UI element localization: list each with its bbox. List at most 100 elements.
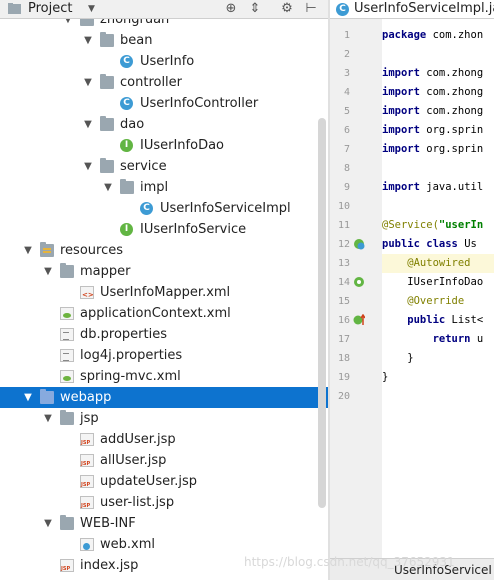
expand-arrow-icon[interactable]: ▼ xyxy=(102,177,114,198)
code-line[interactable]: } xyxy=(382,349,413,368)
tree-row[interactable]: db.properties xyxy=(0,324,328,345)
expand-arrow-icon[interactable]: ▼ xyxy=(82,72,94,93)
tree-row[interactable]: ▼ controller xyxy=(0,72,328,93)
project-tree[interactable]: ▼ zhongruan ▼ bean C UserInfo ▼ controller C User… xyxy=(0,19,328,580)
tree-row[interactable]: C UserInfoServiceImpl xyxy=(0,198,328,219)
code-line[interactable]: @Service("userIn xyxy=(382,216,483,235)
tree-row[interactable]: ▼ mapper xyxy=(0,261,328,282)
code-line[interactable]: IUserInfoDao xyxy=(382,273,483,292)
line-number: 18 xyxy=(337,353,350,364)
code-token: Us xyxy=(464,238,477,250)
expand-arrow-icon[interactable]: ▼ xyxy=(82,114,94,135)
properties-file-icon xyxy=(60,328,74,341)
line-number: 14 xyxy=(337,277,350,288)
panel-title[interactable]: Project xyxy=(28,0,72,18)
tree-scrollbar[interactable] xyxy=(318,118,326,508)
code-editor[interactable]: C UserInfoServiceImpl.java 1234567891011… xyxy=(330,0,494,580)
web-xml-icon xyxy=(80,538,94,551)
package-folder-icon xyxy=(100,74,114,89)
tree-row[interactable]: C UserInfoController xyxy=(0,93,328,114)
tree-row[interactable]: ▼ service xyxy=(0,156,328,177)
code-line[interactable]: @Override xyxy=(382,292,464,311)
expand-arrow-icon[interactable]: ▼ xyxy=(82,156,94,177)
gear-icon[interactable]: ⚙ xyxy=(278,0,296,18)
folder-icon xyxy=(60,263,74,278)
code-area[interactable]: package com.zhon import com.zhong import c… xyxy=(382,19,494,559)
tree-row[interactable]: ▼ bean xyxy=(0,30,328,51)
tree-row[interactable]: I IUserInfoDao xyxy=(0,135,328,156)
tree-row[interactable]: web.xml xyxy=(0,534,328,555)
package-folder-icon xyxy=(80,19,94,26)
line-number: 7 xyxy=(343,144,350,155)
tree-row[interactable]: I IUserInfoService xyxy=(0,219,328,240)
tree-row[interactable]: allUser.jsp xyxy=(0,450,328,471)
implements-method-icon[interactable] xyxy=(353,313,366,326)
tree-row[interactable]: ▼ resources xyxy=(0,240,328,261)
expand-arrow-icon[interactable]: ▼ xyxy=(42,408,54,429)
line-number: 3 xyxy=(343,68,350,79)
editor-tab[interactable]: C UserInfoServiceImpl.java xyxy=(330,0,494,18)
tree-row[interactable]: ▼ WEB-INF xyxy=(0,513,328,534)
tree-row[interactable]: ▼ impl xyxy=(0,177,328,198)
tree-row[interactable]: ▼ zhongruan xyxy=(0,19,328,30)
watermark: https://blog.csdn.net/qq_37652931 xyxy=(244,555,455,569)
line-number: 5 xyxy=(343,106,350,117)
tree-row[interactable]: ▼ dao xyxy=(0,114,328,135)
code-token: com.zhon xyxy=(432,29,484,41)
tree-item-label: addUser.jsp xyxy=(100,432,176,447)
code-line[interactable]: import org.sprin xyxy=(382,121,483,140)
package-folder-icon xyxy=(100,32,114,47)
tree-item-label: applicationContext.xml xyxy=(80,306,231,321)
code-token: } xyxy=(382,371,389,383)
collapse-all-icon[interactable]: ⇕ xyxy=(246,0,264,18)
bean-injection-icon[interactable] xyxy=(353,276,365,288)
tree-row[interactable]: ▼ jsp xyxy=(0,408,328,429)
tree-row[interactable]: updateUser.jsp xyxy=(0,471,328,492)
tree-item-label: UserInfo xyxy=(140,54,195,69)
code-token: java.util xyxy=(426,181,484,193)
spring-xml-icon xyxy=(60,370,74,383)
code-token: com.zhong xyxy=(426,67,484,79)
editor-gutter[interactable]: 1 2 3 4 5 6 7 8 9 10 11 12 13 14 15 16 17 18 19 20 xyxy=(330,19,382,559)
tree-row[interactable]: UserInfoMapper.xml xyxy=(0,282,328,303)
line-number: 12 xyxy=(337,239,350,250)
tree-row[interactable]: applicationContext.xml xyxy=(0,303,328,324)
project-toolbar: Project ▼ ⊕ ⇕ ⚙ ⊢ xyxy=(0,0,328,19)
expand-arrow-icon[interactable]: ▼ xyxy=(42,261,54,282)
code-line[interactable]: import com.zhong xyxy=(382,83,483,102)
code-line[interactable]: import org.sprin xyxy=(382,140,483,159)
expand-arrow-icon[interactable]: ▼ xyxy=(42,513,54,534)
code-token: List< xyxy=(451,314,484,326)
code-line[interactable]: } xyxy=(382,368,388,387)
code-line[interactable]: @Autowired xyxy=(382,254,494,273)
tree-row[interactable]: C UserInfo xyxy=(0,51,328,72)
tree-row[interactable]: log4j.properties xyxy=(0,345,328,366)
target-icon[interactable]: ⊕ xyxy=(222,0,240,18)
expand-arrow-icon[interactable]: ▼ xyxy=(22,240,34,261)
tree-row[interactable]: spring-mvc.xml xyxy=(0,366,328,387)
code-line[interactable]: package com.zhon xyxy=(382,26,483,45)
package-folder-icon xyxy=(100,158,114,173)
expand-arrow-icon[interactable]: ▼ xyxy=(22,387,34,408)
code-token: com.zhong xyxy=(426,105,484,117)
tree-item-label: UserInfoMapper.xml xyxy=(100,285,231,300)
code-line[interactable]: public List< xyxy=(382,311,483,330)
line-number: 1 xyxy=(343,30,350,41)
class-impl-icon[interactable] xyxy=(353,238,365,250)
tree-row[interactable]: ▼ webapp xyxy=(0,387,328,408)
panel-dropdown-caret-icon[interactable]: ▼ xyxy=(88,0,95,18)
code-line[interactable]: import com.zhong xyxy=(382,102,483,121)
code-token: import xyxy=(382,124,427,136)
code-line[interactable]: public class Us xyxy=(382,235,477,254)
expand-arrow-icon[interactable]: ▼ xyxy=(62,19,74,30)
expand-arrow-icon[interactable]: ▼ xyxy=(82,30,94,51)
code-line[interactable]: import java.util xyxy=(382,178,483,197)
tree-row[interactable]: user-list.jsp xyxy=(0,492,328,513)
tree-row[interactable]: addUser.jsp xyxy=(0,429,328,450)
code-line[interactable]: return u xyxy=(382,330,484,349)
line-number: 9 xyxy=(343,182,350,193)
code-line[interactable]: import com.zhong xyxy=(382,64,483,83)
code-token: import xyxy=(382,67,427,79)
code-token: package xyxy=(382,29,433,41)
hide-icon[interactable]: ⊢ xyxy=(302,0,320,18)
